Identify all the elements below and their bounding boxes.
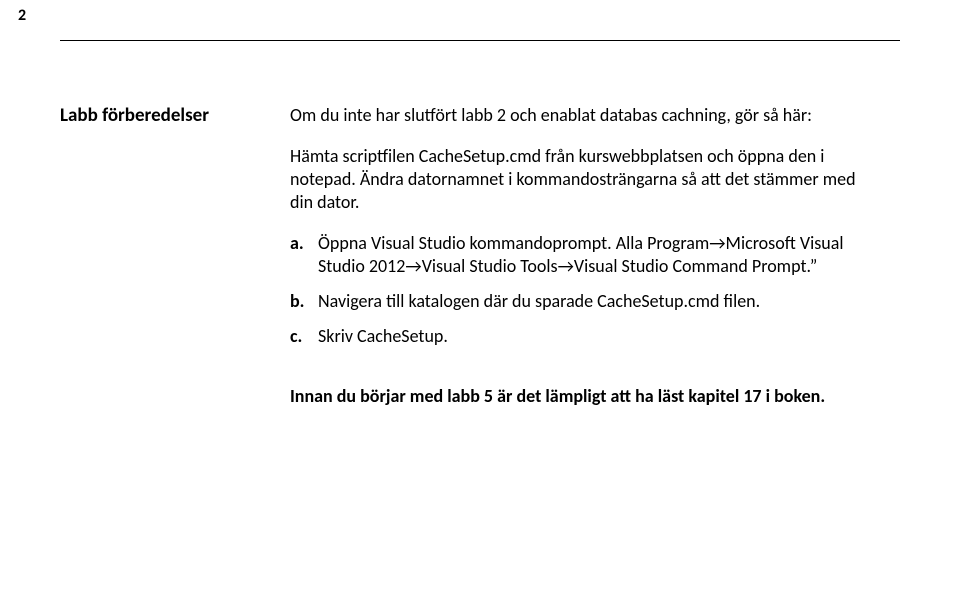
list-text: Navigera till katalogen där du sparade C… (318, 290, 880, 313)
content-area: Labb förberedelser Om du inte har slutfö… (60, 104, 880, 409)
list-marker: b. (290, 290, 318, 313)
list-item: a. Öppna Visual Studio kommandoprompt. A… (290, 232, 880, 278)
list-item: b. Navigera till katalogen där du sparad… (290, 290, 880, 313)
body-row: Labb förberedelser Om du inte har slutfö… (60, 104, 880, 409)
list-text: Öppna Visual Studio kommandoprompt. Alla… (318, 232, 880, 278)
list-item: c. Skriv CacheSetup. (290, 325, 880, 348)
page-number: 2 (18, 6, 26, 25)
footer-paragraph: Innan du börjar med labb 5 är det lämpli… (290, 384, 880, 408)
body-text: Om du inte har slutfört labb 2 och enabl… (290, 104, 880, 409)
list-marker: c. (290, 325, 318, 348)
intro-paragraph: Om du inte har slutfört labb 2 och enabl… (290, 104, 880, 127)
steps-list: a. Öppna Visual Studio kommandoprompt. A… (290, 232, 880, 348)
list-text: Skriv CacheSetup. (318, 325, 880, 348)
paragraph-1: Hämta scriptfilen CacheSetup.cmd från ku… (290, 145, 880, 214)
horizontal-rule (60, 40, 900, 41)
list-marker: a. (290, 232, 318, 278)
section-title: Labb förberedelser (60, 104, 290, 127)
page: 2 Labb förberedelser Om du inte har slut… (0, 0, 960, 608)
